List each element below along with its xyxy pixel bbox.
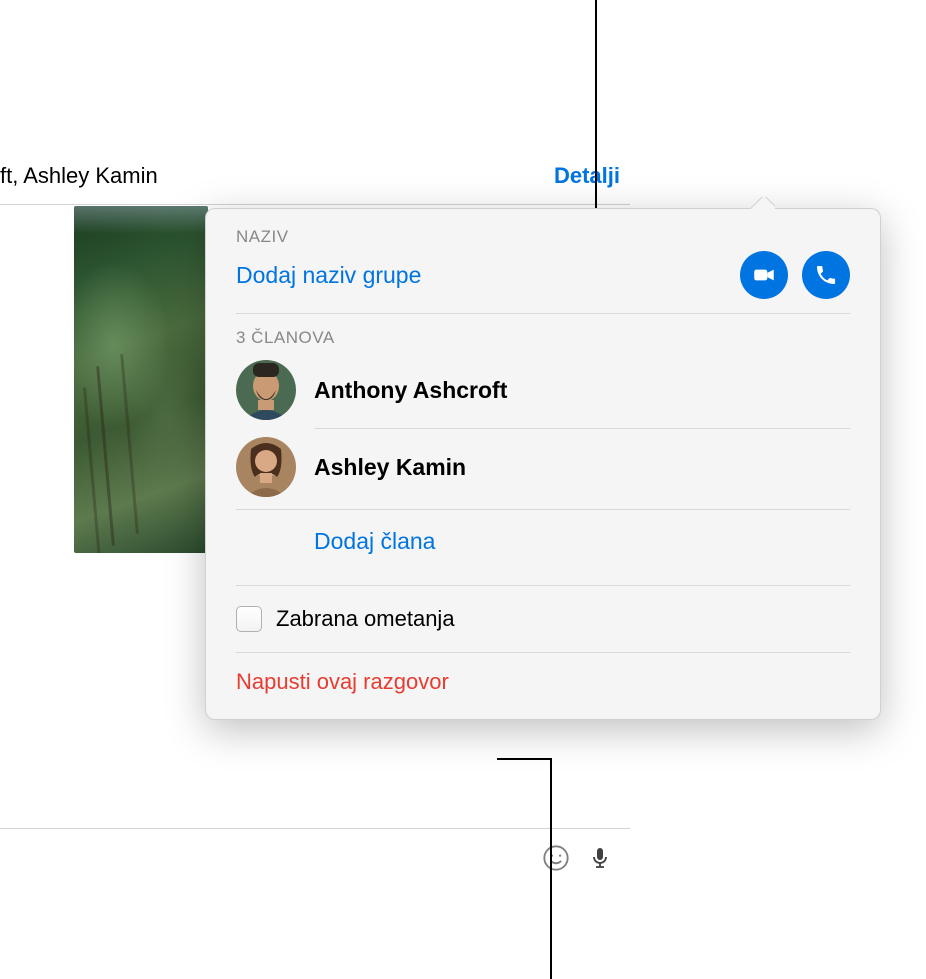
avatar xyxy=(236,360,296,420)
add-group-name-button[interactable]: Dodaj naziv grupe xyxy=(236,262,421,289)
audio-call-button[interactable] xyxy=(802,251,850,299)
microphone-icon[interactable] xyxy=(588,844,612,872)
dnd-checkbox[interactable] xyxy=(236,606,262,632)
details-popover: NAZIV Dodaj naziv grupe 3 ČLANOVA xyxy=(205,208,881,720)
member-name: Anthony Ashcroft xyxy=(314,377,507,404)
conversation-title: ft, Ashley Kamin xyxy=(0,163,158,189)
dnd-label: Zabrana ometanja xyxy=(276,606,455,632)
shared-photo-thumbnail[interactable] xyxy=(74,206,208,553)
callout-line xyxy=(550,758,552,979)
member-name: Ashley Kamin xyxy=(314,454,466,481)
group-name-section: NAZIV Dodaj naziv grupe xyxy=(206,209,880,313)
do-not-disturb-section: Zabrana ometanja xyxy=(206,586,880,652)
member-row[interactable]: Ashley Kamin xyxy=(236,429,850,505)
avatar xyxy=(236,437,296,497)
message-input-bar xyxy=(0,828,630,886)
details-button[interactable]: Detalji xyxy=(554,163,620,189)
add-member-row: Dodaj člana xyxy=(236,509,850,573)
video-call-button[interactable] xyxy=(740,251,788,299)
members-count-label: 3 ČLANOVA xyxy=(236,328,850,348)
emoji-icon[interactable] xyxy=(542,844,570,872)
video-icon xyxy=(751,262,777,288)
add-member-button[interactable]: Dodaj člana xyxy=(314,528,435,554)
callout-line xyxy=(497,758,552,760)
name-row: Dodaj naziv grupe xyxy=(236,251,850,299)
call-buttons xyxy=(740,251,850,299)
phone-icon xyxy=(814,263,838,287)
members-section: 3 ČLANOVA Anthony Ashcroft xyxy=(206,314,880,585)
conversation-header: ft, Ashley Kamin Detalji xyxy=(0,147,630,205)
name-label: NAZIV xyxy=(236,227,850,247)
member-row[interactable]: Anthony Ashcroft xyxy=(236,352,850,428)
leave-conversation-button[interactable]: Napusti ovaj razgovor xyxy=(236,669,449,694)
leave-section: Napusti ovaj razgovor xyxy=(206,653,880,719)
popover-arrow xyxy=(751,197,775,209)
